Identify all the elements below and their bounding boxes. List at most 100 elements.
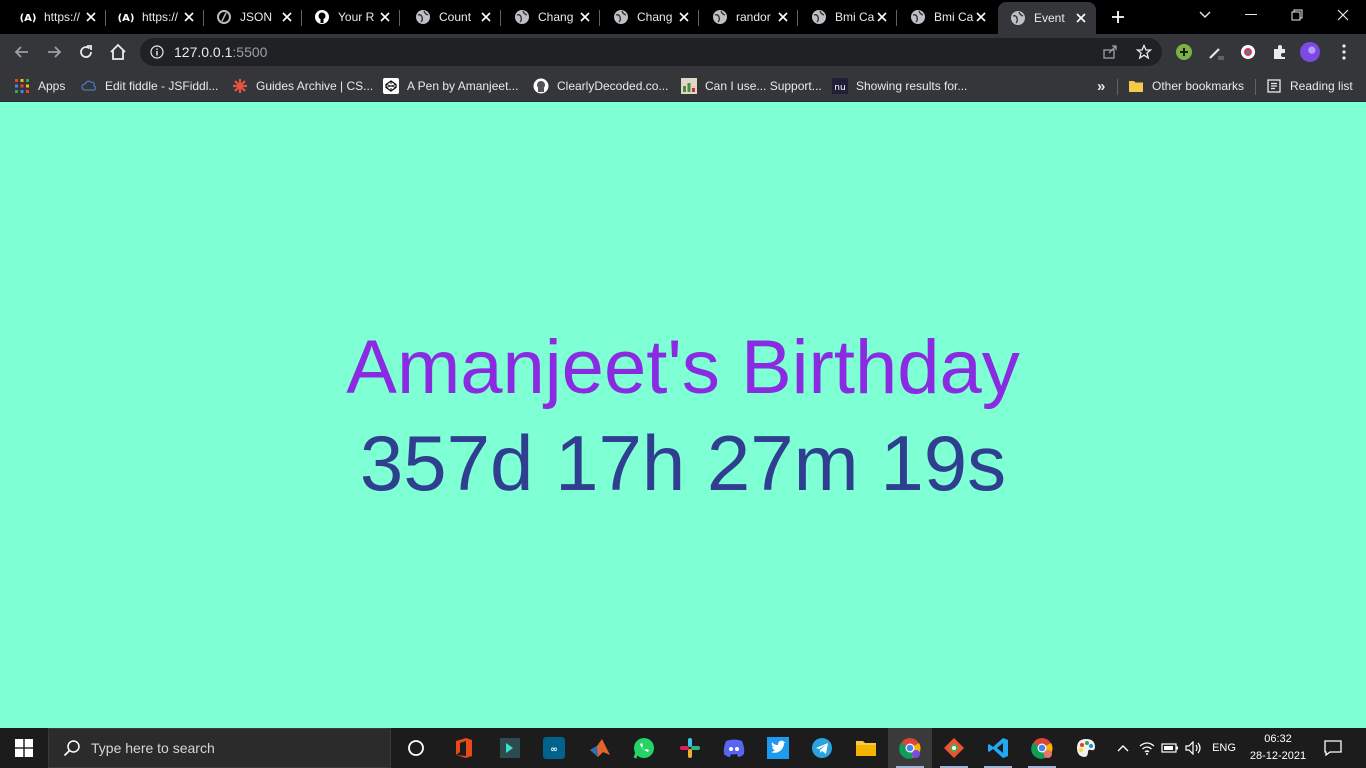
- page-content: Amanjeet's Birthday 357d 17h 27m 19s: [0, 102, 1366, 728]
- globe-icon: [910, 9, 926, 25]
- tab-search-button[interactable]: [1182, 0, 1228, 30]
- browser-tab[interactable]: Bmi Ca: [898, 2, 996, 32]
- browser-tab[interactable]: Chang: [601, 2, 699, 32]
- speaker-icon[interactable]: [1184, 728, 1204, 768]
- task-view-icon[interactable]: [394, 728, 438, 768]
- bookmark-search-results[interactable]: nu Showing results for...: [832, 76, 967, 96]
- profile-avatar[interactable]: [1300, 42, 1320, 62]
- bookmark-label: Apps: [38, 79, 66, 93]
- minimize-button[interactable]: [1228, 0, 1274, 30]
- file-explorer-icon[interactable]: [844, 728, 888, 768]
- close-icon[interactable]: [1074, 11, 1088, 25]
- office-icon[interactable]: [442, 728, 486, 768]
- bookmark-label: Guides Archive | CS...: [256, 79, 374, 93]
- bookmark-label: Reading list: [1290, 79, 1353, 93]
- caniuse-icon: [681, 78, 697, 94]
- close-icon[interactable]: [280, 10, 294, 24]
- nu-icon: nu: [832, 78, 848, 94]
- share-icon[interactable]: [1102, 44, 1118, 60]
- bookmark-css-tricks[interactable]: Guides Archive | CS...: [232, 76, 373, 96]
- url-text: 127.0.0.1:5500: [174, 44, 268, 60]
- bookmark-clearlydecoded[interactable]: ClearlyDecoded.co...: [533, 76, 668, 96]
- browser-tab[interactable]: Count: [403, 2, 501, 32]
- bookmark-apps[interactable]: Apps: [14, 76, 65, 96]
- close-icon[interactable]: [182, 10, 196, 24]
- other-bookmarks-folder[interactable]: Other bookmarks: [1128, 76, 1244, 96]
- reading-list-button[interactable]: Reading list: [1266, 76, 1353, 96]
- chevron-up-icon[interactable]: [1114, 728, 1132, 768]
- globe-icon: [1010, 10, 1026, 26]
- wifi-icon[interactable]: [1138, 728, 1156, 768]
- folder-icon: [1128, 78, 1144, 94]
- github-icon: [314, 9, 330, 25]
- new-tab-button[interactable]: [1108, 7, 1128, 27]
- reload-button[interactable]: [74, 40, 98, 64]
- bookmark-caniuse[interactable]: Can I use... Support...: [681, 76, 822, 96]
- browser-tab[interactable]: randor: [700, 2, 798, 32]
- browser-tab[interactable]: Bmi Ca: [799, 2, 897, 32]
- chrome-profile-icon[interactable]: [1020, 728, 1064, 768]
- star-icon[interactable]: [1136, 44, 1152, 60]
- taskbar-search-box[interactable]: Type here to search: [48, 728, 391, 768]
- color-extension-icon[interactable]: [1238, 42, 1258, 62]
- eyedropper-extension-icon[interactable]: [1206, 42, 1226, 62]
- close-icon[interactable]: [776, 10, 790, 24]
- tab-title: https://: [44, 10, 81, 24]
- browser-toolbar: 127.0.0.1:5500: [0, 34, 1366, 70]
- language-indicator[interactable]: ENG: [1208, 728, 1240, 768]
- back-button[interactable]: [10, 40, 34, 64]
- paint-icon[interactable]: [1064, 728, 1108, 768]
- bookmark-codepen[interactable]: A Pen by Amanjeet...: [383, 76, 518, 96]
- menu-dots-icon[interactable]: [1334, 42, 1354, 62]
- home-button[interactable]: [106, 40, 130, 64]
- close-window-button[interactable]: [1320, 0, 1366, 30]
- apps-grid-icon: [14, 78, 30, 94]
- address-bar[interactable]: 127.0.0.1:5500: [140, 38, 1162, 66]
- close-icon[interactable]: [479, 10, 493, 24]
- battery-icon[interactable]: [1160, 728, 1180, 768]
- windows-start-button[interactable]: [0, 728, 48, 768]
- bookmark-label: ClearlyDecoded.co...: [557, 79, 669, 93]
- globe-icon: [811, 9, 827, 25]
- discord-icon[interactable]: [712, 728, 756, 768]
- extensions-puzzle-icon[interactable]: [1270, 42, 1290, 62]
- close-icon[interactable]: [677, 10, 691, 24]
- restore-button[interactable]: [1274, 0, 1320, 30]
- arduino-icon[interactable]: ∞: [532, 728, 576, 768]
- bookmarks-overflow-button[interactable]: »: [1097, 76, 1105, 96]
- bookmark-label: Other bookmarks: [1152, 79, 1245, 93]
- browser-tab[interactable]: Chang: [502, 2, 600, 32]
- search-icon: [63, 740, 80, 757]
- browser-tab[interactable]: Your R: [302, 2, 400, 32]
- notification-center-icon[interactable]: [1320, 728, 1346, 768]
- telegram-icon[interactable]: [800, 728, 844, 768]
- tab-title: Bmi Ca: [835, 10, 875, 24]
- close-icon[interactable]: [578, 10, 592, 24]
- info-icon[interactable]: [150, 45, 164, 59]
- matlab-icon[interactable]: [578, 728, 622, 768]
- extension-plus-icon[interactable]: [1174, 42, 1194, 62]
- whatsapp-icon[interactable]: [622, 728, 666, 768]
- close-icon[interactable]: [974, 10, 988, 24]
- codepen-icon: [383, 78, 399, 94]
- git-app-icon[interactable]: [932, 728, 976, 768]
- clock-date: 28-12-2021: [1249, 750, 1307, 762]
- slack-icon[interactable]: [668, 728, 712, 768]
- bookmark-label: Edit fiddle - JSFiddl...: [105, 79, 219, 93]
- svg-text:nu: nu: [834, 83, 845, 93]
- browser-tab[interactable]: JSON: [204, 2, 302, 32]
- browser-tab[interactable]: (A) https://: [8, 2, 106, 32]
- close-icon[interactable]: [84, 10, 98, 24]
- browser-tab[interactable]: (A) https://: [106, 2, 204, 32]
- close-icon[interactable]: [378, 10, 392, 24]
- vscode-icon[interactable]: [976, 728, 1020, 768]
- terminal-app-icon[interactable]: [488, 728, 532, 768]
- twitter-icon[interactable]: [756, 728, 800, 768]
- chrome-taskbar-icon[interactable]: [888, 728, 932, 768]
- forward-button[interactable]: [42, 40, 66, 64]
- system-clock[interactable]: 06:32 28-12-2021: [1246, 731, 1310, 765]
- browser-tab-active[interactable]: Event: [998, 2, 1096, 34]
- bookmark-jsfiddle[interactable]: Edit fiddle - JSFiddl...: [81, 76, 218, 96]
- close-icon[interactable]: [875, 10, 889, 24]
- jsfiddle-icon: [81, 78, 97, 94]
